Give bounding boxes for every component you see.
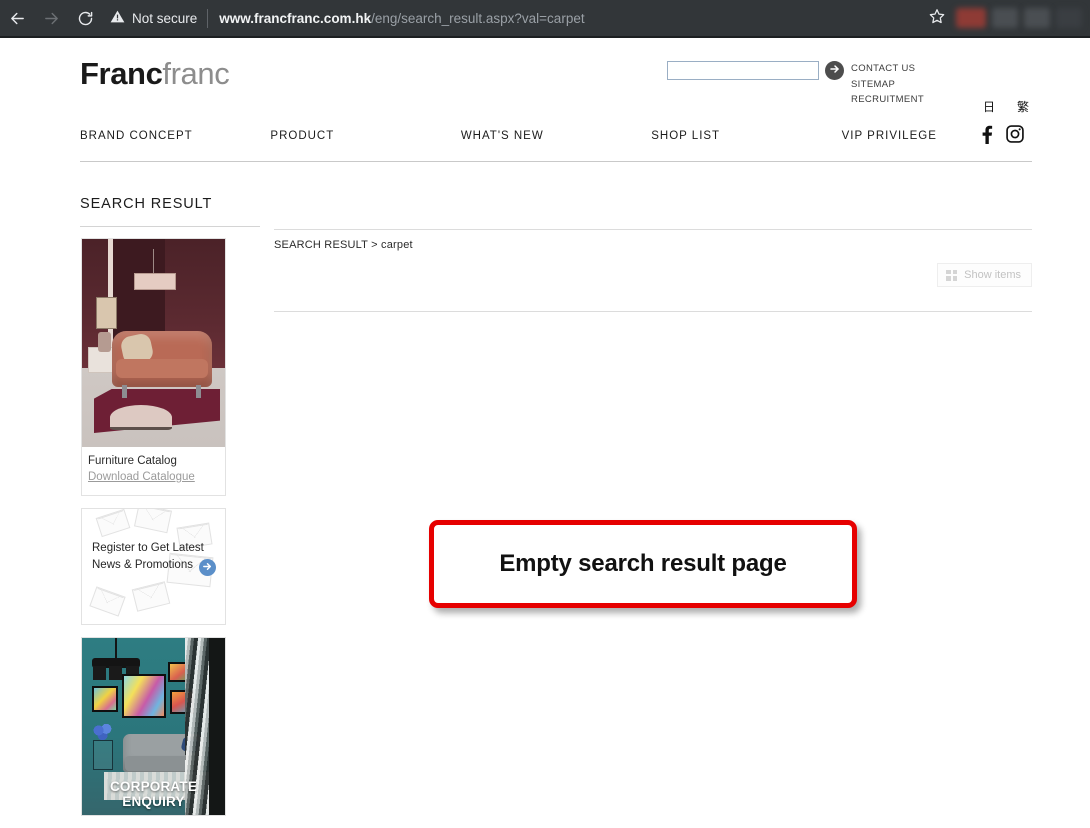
redacted-icon-1 <box>956 8 986 28</box>
link-sitemap[interactable]: SITEMAP <box>851 77 924 93</box>
warning-triangle-icon <box>110 9 125 27</box>
url-text: www.francfranc.com.hk/eng/search_result.… <box>219 11 584 26</box>
url-path: /eng/search_result.aspx?val=carpet <box>371 10 585 26</box>
site-logo[interactable]: Francfranc <box>80 56 230 91</box>
annotation-text: Empty search result page <box>499 550 787 577</box>
envelope-icon <box>131 581 171 612</box>
corporate-enquiry-image: CORPORATE ENQUIRY <box>82 638 225 815</box>
utility-links: CONTACT US SITEMAP RECRUITMENT <box>851 61 924 108</box>
furniture-catalog-caption: Furniture Catalog Download Catalogue <box>82 447 225 495</box>
nav-item-vip-privilege[interactable]: VIP PRIVILEGE <box>841 130 1033 162</box>
language-traditional-chinese[interactable]: 繁 <box>1017 98 1029 115</box>
newsletter-go-button[interactable] <box>199 559 216 576</box>
page-viewport: Francfranc CONTACT US SITEMAP RECRUITMEN… <box>0 38 1090 819</box>
logo-light-part: franc <box>162 56 230 91</box>
language-switcher: 日 繁 <box>983 98 1029 115</box>
redacted-icon-3 <box>1024 8 1050 28</box>
envelope-icon <box>89 586 126 617</box>
star-icon <box>929 8 945 29</box>
back-button[interactable] <box>0 0 34 36</box>
show-items-row: Show items <box>274 263 1032 287</box>
corporate-enquiry-banner[interactable]: CORPORATE ENQUIRY <box>81 637 226 816</box>
link-recruitment[interactable]: RECRUITMENT <box>851 92 924 108</box>
grid-icon <box>946 269 958 281</box>
site-search <box>667 61 844 80</box>
furniture-catalog-title: Furniture Catalog <box>88 455 177 467</box>
arrow-right-circle-icon <box>202 559 213 577</box>
page-title: SEARCH RESULT <box>80 196 260 227</box>
show-items-label: Show items <box>964 269 1021 281</box>
content-bottom-divider <box>274 311 1032 312</box>
language-japanese[interactable]: 日 <box>983 98 995 115</box>
envelope-icon <box>95 509 131 538</box>
furniture-catalog-banner[interactable]: Furniture Catalog Download Catalogue <box>81 238 226 496</box>
security-status[interactable]: Not secure <box>110 9 207 27</box>
corporate-enquiry-label: CORPORATE ENQUIRY <box>109 779 198 809</box>
search-input[interactable] <box>667 61 819 80</box>
nav-item-shop-list[interactable]: SHOP LIST <box>651 130 842 162</box>
download-catalogue-link[interactable]: Download Catalogue <box>88 469 219 485</box>
nav-item-whats-new[interactable]: WHAT'S NEW <box>460 130 652 162</box>
nav-item-product[interactable]: PRODUCT <box>270 130 461 162</box>
bookmark-button[interactable] <box>920 0 954 36</box>
sidebar: Furniture Catalog Download Catalogue Reg… <box>81 238 226 828</box>
redacted-icon-4 <box>1056 8 1082 28</box>
omnibox-divider <box>207 8 209 28</box>
content-area: SEARCH RESULT > carpet Show items <box>274 229 1032 312</box>
annotation-callout: Empty search result page <box>429 520 857 608</box>
main-navigation: BRAND CONCEPT PRODUCT WHAT'S NEW SHOP LI… <box>80 130 1033 162</box>
forward-arrow-icon <box>43 10 60 27</box>
link-contact-us[interactable]: CONTACT US <box>851 61 924 77</box>
search-submit-button[interactable] <box>825 61 844 80</box>
arrow-right-circle-icon <box>829 62 841 80</box>
browser-extension-area <box>956 8 1090 28</box>
breadcrumb: SEARCH RESULT > carpet <box>274 239 413 251</box>
redacted-icon-2 <box>992 8 1018 28</box>
back-arrow-icon <box>9 10 26 27</box>
show-items-button[interactable]: Show items <box>937 263 1032 287</box>
url-host: www.francfranc.com.hk <box>219 10 372 26</box>
security-label: Not secure <box>132 10 198 26</box>
reload-button[interactable] <box>68 0 102 36</box>
nav-item-brand-concept[interactable]: BRAND CONCEPT <box>80 130 271 162</box>
newsletter-artwork: Register to Get Latest News & Promotions <box>82 509 225 624</box>
forward-button[interactable] <box>34 0 68 36</box>
reload-icon <box>77 10 94 27</box>
furniture-room-image <box>82 239 225 447</box>
browser-toolbar: Not secure www.francfranc.com.hk/eng/sea… <box>0 0 1090 36</box>
address-bar[interactable]: Not secure www.francfranc.com.hk/eng/sea… <box>110 0 920 36</box>
envelope-icon <box>133 509 173 534</box>
logo-bold-part: Franc <box>80 56 163 91</box>
newsletter-signup-banner[interactable]: Register to Get Latest News & Promotions <box>81 508 226 625</box>
